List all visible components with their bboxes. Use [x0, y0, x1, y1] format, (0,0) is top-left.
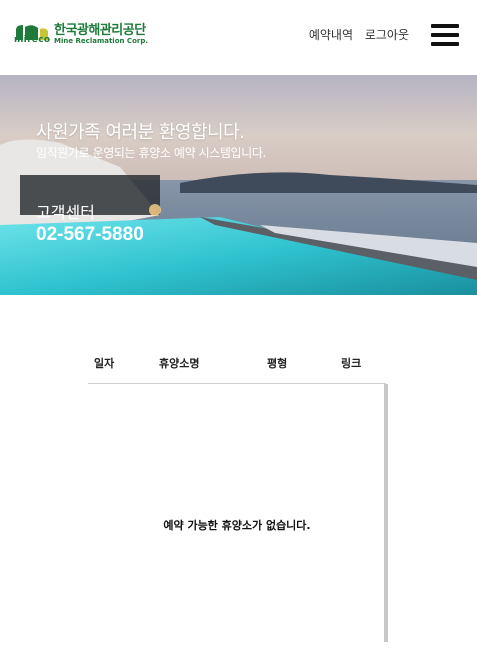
hamburger-bar	[431, 33, 459, 37]
resort-table-header: 일자 휴양소명 평형 링크	[88, 345, 386, 384]
logout-link[interactable]: 로그아웃	[365, 28, 409, 42]
logo-english-name: Mine Reclamation Corp.	[54, 37, 149, 45]
logo-brand-mark-text: mireco	[14, 35, 51, 45]
hamburger-menu-icon[interactable]	[431, 24, 459, 46]
resort-table-body[interactable]: 예약 가능한 휴양소가 없습니다.	[88, 384, 386, 642]
reservations-link[interactable]: 예약내역	[309, 28, 353, 42]
logo-korean-name: 한국광해관리공단	[54, 23, 146, 38]
customer-center-phone[interactable]: 02-567-5880	[36, 224, 144, 246]
site-header: mireco 한국광해관리공단 Mine Reclamation Corp. 예…	[0, 0, 477, 75]
customer-center-label: 고객센터	[36, 203, 95, 222]
top-nav: 예약내역 로그아웃	[301, 26, 409, 43]
hamburger-bar	[431, 24, 459, 28]
hero-background-image	[0, 75, 477, 295]
column-header-link: 링크	[341, 357, 362, 370]
hamburger-bar	[431, 42, 459, 46]
logo[interactable]: mireco 한국광해관리공단 Mine Reclamation Corp.	[14, 18, 154, 48]
table-scrollbar[interactable]	[384, 384, 388, 642]
column-header-resort-name: 휴양소명	[159, 357, 200, 370]
column-header-size: 평형	[267, 357, 288, 370]
column-header-date: 일자	[94, 357, 115, 370]
hero-subtitle: 임직원가로 운영되는 휴양소 예약 시스템입니다.	[36, 146, 266, 160]
empty-state-message: 예약 가능한 휴양소가 없습니다.	[163, 519, 311, 532]
hero-title: 사원가족 여러분 환영합니다.	[36, 122, 245, 143]
hero-banner: 사원가족 여러분 환영합니다. 임직원가로 운영되는 휴양소 예약 시스템입니다…	[0, 75, 477, 295]
